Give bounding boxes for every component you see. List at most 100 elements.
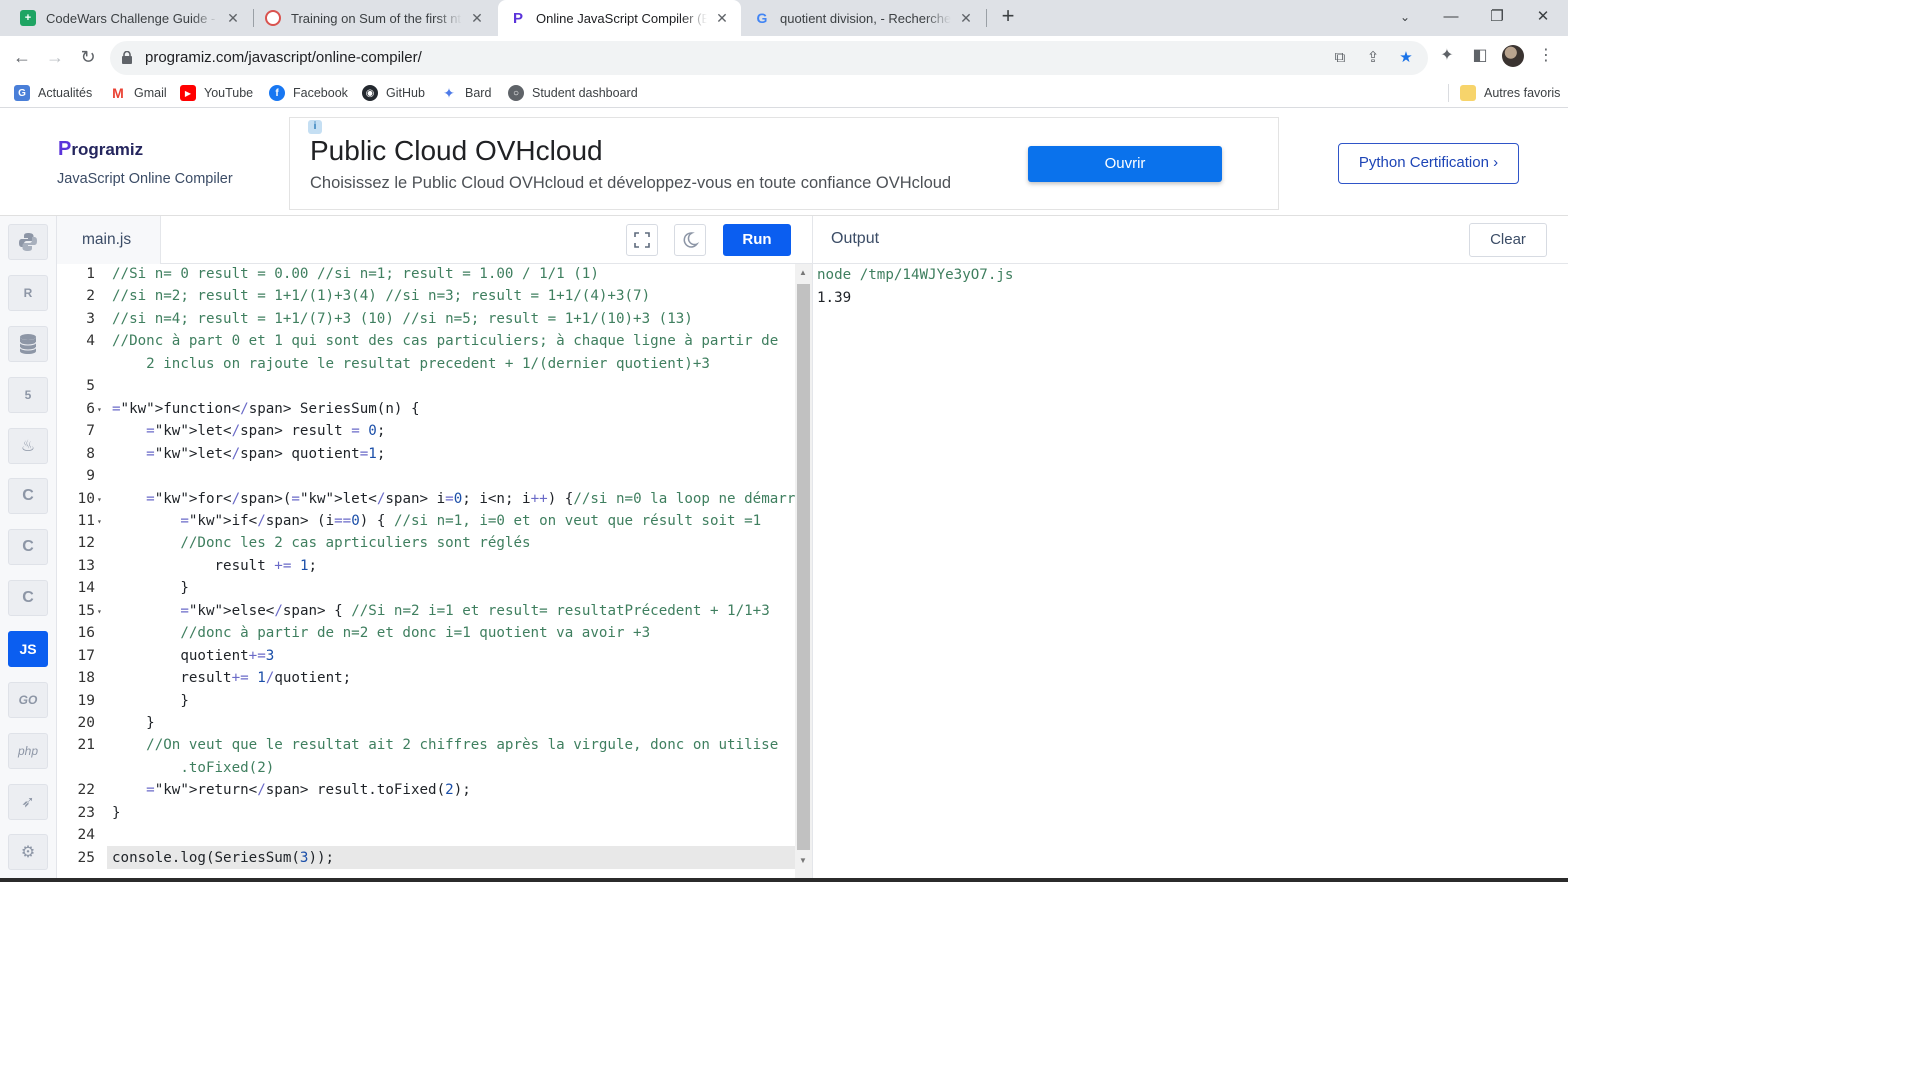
ad-open-button[interactable]: Ouvrir [1028,146,1222,182]
minimize-button[interactable]: — [1428,0,1474,36]
tab-codewars-training[interactable]: Training on Sum of the first nth term of… [253,0,496,36]
close-window-button[interactable]: ✕ [1520,0,1566,36]
new-tab-button[interactable]: + [996,5,1020,29]
other-bookmarks-folder[interactable]: Autres favoris [1460,83,1560,103]
profile-avatar[interactable] [1502,45,1524,67]
java-icon[interactable]: ♨ [8,428,48,464]
bookmark-student-dashboard[interactable]: ○ Student dashboard [508,83,638,103]
bookmark-actualites[interactable]: G Actualités [14,83,92,103]
menu-icon[interactable]: ⋮ [1535,45,1557,67]
c-language-icon[interactable]: C [8,478,48,514]
programiz-logo[interactable]: Programiz [58,138,143,161]
fold-arrow-icon[interactable]: ▾ [97,517,102,526]
go-icon[interactable]: GO [8,682,48,718]
code-line[interactable]: ="kw">function</span> SeriesSum(n) { [112,401,420,417]
swift-icon[interactable]: ➶ [8,784,48,820]
tab-google-search[interactable]: G quotient division, - Recherche Google … [742,0,985,36]
ad-banner[interactable]: i Public Cloud OVHcloud Choisissez le Pu… [289,117,1279,210]
line-number: 6 [86,400,95,417]
code-line[interactable]: //si n=2; result = 1+1/(1)+3(4) //si n=3… [112,288,650,304]
close-tab-icon[interactable]: ✕ [224,10,242,27]
side-panel-icon[interactable]: ◧ [1469,45,1491,67]
fold-arrow-icon[interactable]: ▾ [97,405,102,414]
code-line[interactable]: .toFixed(2) [112,760,274,776]
line-number: 20 [77,715,95,731]
close-tab-icon[interactable]: ✕ [468,10,486,27]
translate-icon[interactable]: ⧉ [1330,48,1350,68]
php-icon[interactable]: php [8,733,48,769]
sql-database-icon[interactable] [8,326,48,362]
bookmark-label: YouTube [204,86,254,100]
r-language-icon[interactable]: R [8,275,48,311]
python-certification-button[interactable]: Python Certification › [1338,143,1519,184]
tab-programiz-compiler[interactable]: P Online JavaScript Compiler (Editor) ✕ [498,0,741,36]
editor-scrollbar[interactable]: ▲ ▼ [795,264,812,878]
run-button[interactable]: Run [723,224,791,256]
output-command-line: node /tmp/14WJYe3yO7.js [817,267,1014,283]
code-line[interactable]: quotient+=3 [112,648,274,664]
bookmark-bard[interactable]: ✦ Bard [441,83,491,103]
code-line[interactable]: //Si n= 0 result = 0.00 //si n=1; result… [112,266,599,282]
ad-info-icon[interactable]: i [308,120,322,134]
code-line[interactable]: } [112,693,189,709]
bookmark-youtube[interactable]: ▶ YouTube [180,83,253,103]
code-line[interactable]: } [112,580,189,596]
back-icon[interactable]: ← [8,44,36,72]
fold-arrow-icon[interactable]: ▾ [97,495,102,504]
bookmark-gmail[interactable]: M Gmail [110,83,167,103]
code-line[interactable]: ="kw">return</span> result.toFixed(2); [112,782,471,798]
tab-search-icon[interactable]: ⌄ [1382,0,1428,36]
fold-arrow-icon[interactable]: ▾ [97,607,102,616]
file-tab-main-js[interactable]: main.js [57,216,161,264]
code-line[interactable]: result+= 1/quotient; [112,670,351,686]
tab-codewars-guide[interactable]: + CodeWars Challenge Guide - Google Docs… [8,0,252,36]
csharp-icon[interactable]: C [8,580,48,616]
scroll-down-icon[interactable]: ▼ [799,856,807,865]
code-editor[interactable]: 1 2 3 4 5 6 ▾ 7 8 9 10 ▾ 11 ▾ 12 13 14 15 ▾ 16 17 18 19 20 21 22 2… [57,264,795,878]
rust-icon[interactable]: ⚙ [8,834,48,870]
extensions-icon[interactable]: ✦ [1436,45,1458,67]
cpp-icon[interactable]: C [8,529,48,565]
share-icon[interactable]: ⇪ [1363,48,1383,68]
code-line[interactable]: //donc à partir de n=2 et donc i=1 quoti… [112,625,650,641]
code-line[interactable]: ="kw">let</span> quotient=1; [112,446,385,462]
code-line[interactable]: ="kw">for</span>(="kw">let</span> i=0; i… [112,491,795,507]
code-line[interactable]: //Donc à part 0 et 1 qui sont des cas pa… [112,333,778,349]
bookmark-github[interactable]: ◉ GitHub [362,83,425,103]
code-line[interactable]: //si n=4; result = 1+1/(7)+3 (10) //si n… [112,311,693,327]
code-line[interactable]: 2 inclus on rajoute le resultat preceden… [112,356,710,372]
dark-mode-button[interactable] [674,224,706,256]
code-line[interactable]: } [112,715,155,731]
bookmark-star-icon[interactable]: ★ [1396,48,1416,68]
bookmark-facebook[interactable]: f Facebook [269,83,348,103]
scroll-up-icon[interactable]: ▲ [799,268,807,277]
code-line[interactable]: result += 1; [112,558,317,574]
maximize-button[interactable]: ❐ [1474,0,1520,36]
code-line[interactable]: //On veut que le resultat ait 2 chiffres… [112,737,778,753]
line-number: 4 [86,333,95,350]
javascript-icon[interactable]: JS [8,631,48,667]
forward-icon[interactable]: → [41,44,69,72]
google-icon: G [756,10,768,26]
html5-icon[interactable]: 5 [8,377,48,413]
fullscreen-button[interactable] [626,224,658,256]
code-line[interactable]: ="kw">if</span> (i==0) { //si n=1, i=0 e… [112,513,761,529]
python-icon[interactable] [8,224,48,260]
ad-headline[interactable]: Public Cloud OVHcloud [310,135,603,167]
scrollbar-thumb[interactable] [797,284,810,850]
code-line[interactable]: } [112,805,121,821]
close-tab-icon[interactable]: ✕ [957,10,975,27]
code-line[interactable]: console.log(SeriesSum(3)); [112,850,334,866]
programiz-icon: P [512,9,523,27]
code-line[interactable]: ="kw">else</span> { //Si n=2 i=1 et resu… [112,603,769,619]
fullscreen-icon [634,232,650,248]
code-line[interactable]: ="kw">let</span> result = 0; [112,423,385,439]
ad-description: Choisissez le Public Cloud OVHcloud et d… [310,174,952,192]
clear-button[interactable]: Clear [1469,223,1547,257]
close-tab-icon[interactable]: ✕ [713,10,731,27]
folder-icon [1460,85,1476,101]
code-line[interactable]: //Donc les 2 cas aprticuliers sont réglé… [112,535,530,551]
reload-icon[interactable]: ↻ [74,44,102,72]
address-bar[interactable]: programiz.com/javascript/online-compiler… [110,41,1428,75]
docs-icon: + [20,10,36,26]
